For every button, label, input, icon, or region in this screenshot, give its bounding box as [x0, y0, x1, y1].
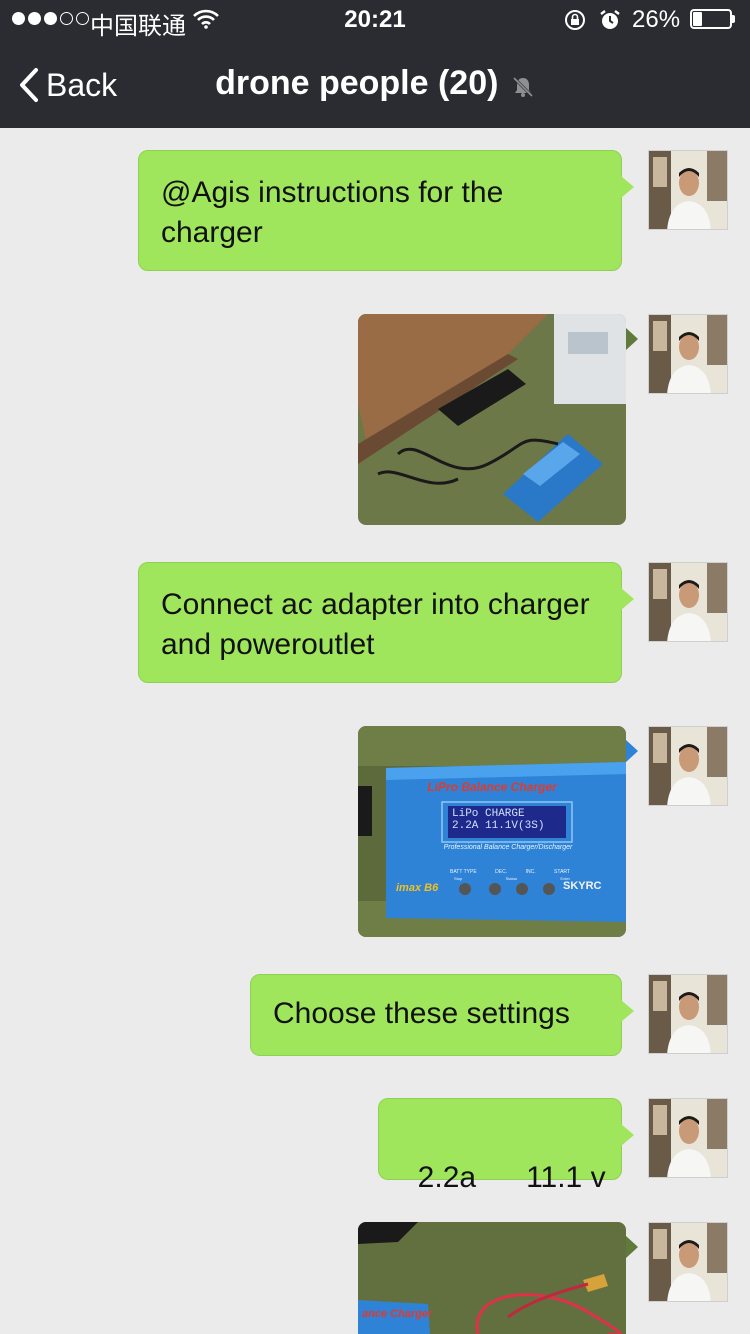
device-button-label: INC. — [525, 869, 536, 875]
alarm-clock-icon — [598, 8, 622, 39]
device-screen-line1: LiPo CHARGE — [452, 808, 525, 820]
device-button-label: DEC. — [495, 869, 508, 875]
bubble-tail — [626, 1236, 638, 1258]
device-screen: LiPo CHARGE 2.2A 11.1V(3S) — [452, 808, 564, 832]
muted-bell-icon — [511, 75, 535, 104]
device-subtitle: Professional Balance Charger/Discharger — [443, 844, 573, 851]
device-button-label: START — [554, 869, 570, 875]
battery-percent: 26% — [632, 6, 681, 33]
device-buttons-row: BATT TYPE DEC. INC. START — [450, 869, 570, 875]
chat-title-bar: drone people (20) — [0, 64, 750, 104]
photo-charger-adapter-image[interactable] — [358, 314, 626, 525]
message-bubble[interactable]: @Agis instructions for the charger — [138, 150, 634, 271]
avatar[interactable] — [648, 314, 728, 394]
battery-icon — [690, 9, 736, 31]
device-button-sublabel: Stop — [454, 876, 463, 881]
avatar[interactable] — [648, 562, 728, 642]
avatar[interactable] — [648, 974, 728, 1054]
message-text: 2.2a 11.1 v — [417, 1161, 606, 1194]
device-screen-line2: 2.2A 11.1V(3S) — [452, 820, 545, 832]
message-bubble[interactable]: 2.2a 11.1 v — [378, 1098, 634, 1194]
orientation-lock-icon — [563, 8, 587, 39]
device-brand-label: LiPro Balance Charger — [427, 780, 557, 794]
device-button-sublabel: Status — [505, 876, 517, 881]
message-text: @Agis instructions for the charger — [161, 176, 504, 249]
chat-title: drone people (20) — [215, 64, 499, 102]
device-button-label: BATT TYPE — [450, 869, 477, 875]
avatar[interactable] — [648, 1098, 728, 1178]
header: 中国联通 20:21 26% Back drone people (20) — [0, 0, 750, 128]
photo-charger-screen-image[interactable]: LiPro Balance Charger LiPo CHARGE 2.2A 1… — [358, 726, 626, 937]
avatar[interactable] — [648, 1222, 728, 1302]
avatar[interactable] — [648, 150, 728, 230]
photo-charger-cable-image[interactable]: ance Charger — [358, 1222, 626, 1334]
message-bubble[interactable]: Connect ac adapter into charger and powe… — [138, 562, 634, 683]
device-model-label: imax B6 — [396, 882, 439, 894]
avatar[interactable] — [648, 726, 728, 806]
message-bubble[interactable]: Choose these settings — [250, 974, 634, 1056]
bubble-tail — [626, 740, 638, 762]
device-brand-label: ance Charger — [362, 1308, 433, 1320]
status-bar: 中国联通 20:21 26% — [0, 0, 750, 40]
message-text: Choose these settings — [273, 997, 570, 1030]
bubble-tail — [626, 328, 638, 350]
message-text: Connect ac adapter into charger and powe… — [161, 588, 590, 661]
device-button-sublabels: Stop Status Enter — [454, 876, 570, 881]
device-maker-label: SKYRC — [563, 880, 602, 892]
